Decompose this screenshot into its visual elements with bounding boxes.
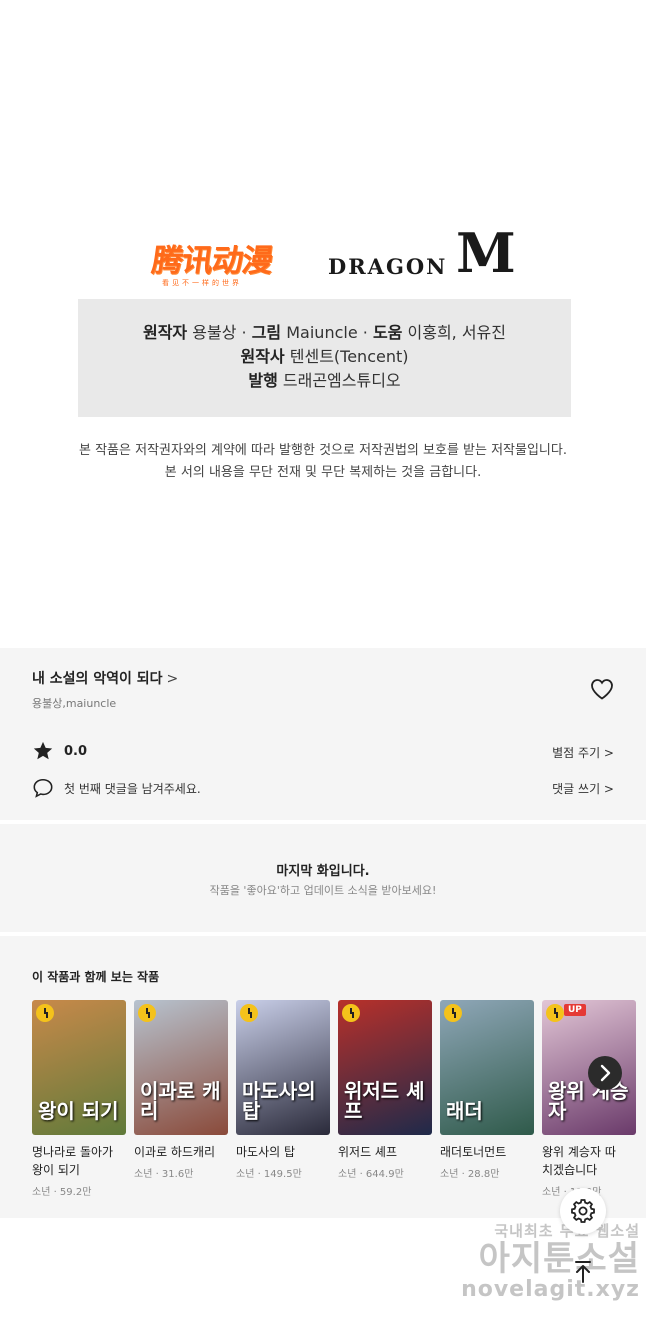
scroll-to-top-button[interactable]	[566, 1254, 600, 1288]
speech-bubble-icon	[33, 778, 53, 798]
cover-thumbnail: 왕이 되기	[32, 1000, 126, 1135]
card-title: 이과로 하드캐리	[134, 1143, 228, 1161]
watermark-line-1: 국내최초 무료 웹소설	[494, 1222, 640, 1240]
cover-thumbnail: 래더	[440, 1000, 534, 1135]
rating-value: 0.0	[64, 744, 88, 759]
dragon-m-logo: DRAGON M	[328, 221, 524, 285]
recommendation-card[interactable]: 왕이 되기 명나라로 돌아가 왕이 되기 소년 · 59.2만	[32, 1000, 126, 1198]
cover-title-art: 이과로 캐리	[140, 1079, 221, 1123]
credit-label: 그림	[251, 323, 282, 342]
heart-icon[interactable]	[590, 678, 614, 700]
credits-line-3: 발행 드래곤엠스튜디오	[78, 369, 571, 393]
credit-value: 용불상	[192, 323, 237, 342]
notice-line-1: 본 작품은 저작권자와의 계약에 따라 발행한 것으로 저작권법의 보호를 받는…	[79, 443, 567, 458]
card-title-line: 이과로 하드캐리	[134, 1145, 216, 1159]
last-episode-subtext: 작품을 '좋아요'하고 업데이트 소식을 받아보세요!	[209, 884, 437, 897]
recommendation-card[interactable]: 이과로 캐리 이과로 하드캐리 소년 · 31.6만	[134, 1000, 228, 1180]
update-badge: UP	[564, 1004, 586, 1016]
credit-label: 원작자	[142, 323, 188, 342]
notice-line-2: 본 서의 내용을 무단 전재 및 무단 복제하는 것을 금합니다.	[164, 465, 482, 480]
card-title-line: 왕이 되기	[32, 1163, 80, 1177]
credit-separator: ·	[362, 323, 368, 342]
cover-thumbnail: 이과로 캐리	[134, 1000, 228, 1135]
recommendations-section: 이 작품과 함께 보는 작품 왕이 되기 명나라로 돌아가 왕이 되기 소년 ·…	[0, 936, 646, 1218]
work-title: 내 소설의 악역이 되다	[32, 671, 163, 687]
card-meta: 소년 · 31.6만	[134, 1169, 194, 1180]
dragon-logo-m: M	[456, 221, 516, 285]
watermark-line-3: novelagit.xyz	[461, 1277, 640, 1302]
recommendation-card[interactable]: UP 왕위 계승자 왕위 계승자 따 치겠습니다 소년 · 11.9만	[542, 1000, 636, 1198]
card-meta: 소년 · 59.2만	[32, 1187, 92, 1198]
publisher-logos: 腾讯动漫 看见不一样的世界 DRAGON M	[0, 221, 646, 292]
last-episode-panel: 마지막 화입니다. 작품을 '좋아요'하고 업데이트 소식을 받아보세요!	[0, 824, 646, 932]
cover-title-art: 래더	[446, 1099, 483, 1123]
card-title-line: 래더토너먼트	[440, 1145, 507, 1159]
credit-value: 드래곤엠스튜디오	[282, 371, 401, 390]
card-title-line: 왕위 계승자 따	[542, 1145, 616, 1159]
recommendation-card[interactable]: 위저드 셰프 위저드 셰프 소년 · 644.9만	[338, 1000, 432, 1180]
card-title: 래더토너먼트	[440, 1143, 534, 1161]
recommendation-card[interactable]: 마도사의 탑 마도사의 탑 소년 · 149.5만	[236, 1000, 330, 1180]
credit-label: 원작사	[240, 347, 285, 366]
clock-icon	[36, 1004, 54, 1022]
credit-label: 발행	[248, 371, 278, 390]
card-title-line: 마도사의 탑	[236, 1145, 296, 1159]
recommendations-title: 이 작품과 함께 보는 작품	[32, 970, 160, 984]
cover-title-art: 위저드 셰프	[344, 1079, 425, 1123]
credit-separator: ·	[241, 323, 247, 342]
clock-icon	[240, 1004, 258, 1022]
card-meta: 소년 · 28.8만	[440, 1169, 500, 1180]
credits-line-2: 원작사 텐센트(Tencent)	[78, 345, 571, 369]
comment-row: 첫 번째 댓글을 남겨주세요. 댓글 쓰기 >	[32, 776, 614, 800]
credit-label: 도움	[372, 323, 403, 342]
card-title: 왕위 계승자 따 치겠습니다	[542, 1143, 636, 1179]
tencent-logo-text: 腾讯动漫	[149, 243, 275, 279]
chevron-right-icon: >	[166, 671, 179, 687]
comment-prompt: 첫 번째 댓글을 남겨주세요.	[64, 782, 201, 796]
watermark-line-2: 아지툰소설	[478, 1239, 640, 1279]
credits-box: 원작자 용불상 · 그림 Maiuncle · 도움 이홍희, 서유진 원작사 …	[78, 299, 571, 417]
write-comment-button[interactable]: 댓글 쓰기 >	[552, 780, 614, 797]
site-watermark: 국내최초 무료 웹소설 아지툰소설 novelagit.xyz	[440, 1220, 640, 1320]
card-title-line: 명나라로 돌아가	[32, 1145, 114, 1159]
credit-value: Maiuncle	[286, 323, 358, 342]
dragon-logo-word: DRAGON	[328, 254, 448, 279]
clock-icon	[342, 1004, 360, 1022]
card-meta: 소년 · 149.5만	[236, 1169, 302, 1180]
chevron-right-icon	[600, 1064, 611, 1082]
clock-icon	[138, 1004, 156, 1022]
card-meta: 소년 · 644.9만	[338, 1169, 404, 1180]
card-title-line: 위저드 셰프	[338, 1145, 398, 1159]
rating-row: 0.0 별점 주기 >	[32, 740, 614, 764]
card-title-line: 치겠습니다	[542, 1163, 598, 1177]
gear-icon	[571, 1199, 595, 1223]
card-title: 명나라로 돌아가 왕이 되기	[32, 1143, 126, 1179]
clock-icon	[444, 1004, 462, 1022]
cover-title-art: 마도사의 탑	[242, 1079, 316, 1123]
cover-thumbnail: 마도사의 탑	[236, 1000, 330, 1135]
credits-line-1: 원작자 용불상 · 그림 Maiuncle · 도움 이홍희, 서유진	[78, 321, 571, 345]
work-authors: 용불상,maiuncle	[32, 697, 117, 710]
star-icon	[33, 741, 53, 760]
cover-thumbnail: 위저드 셰프	[338, 1000, 432, 1135]
credit-value: 텐센트(Tencent)	[289, 347, 409, 366]
recommendation-card[interactable]: 래더 래더토너먼트 소년 · 28.8만	[440, 1000, 534, 1180]
card-title: 위저드 셰프	[338, 1143, 432, 1161]
tencent-comics-logo: 腾讯动漫 看见不一样的世界	[149, 242, 278, 292]
last-episode-heading: 마지막 화입니다.	[276, 864, 370, 879]
work-info-panel: 내 소설의 악역이 되다 > 용불상,maiuncle 0.0 별점 주기 > 첫…	[0, 648, 646, 820]
work-title-link[interactable]: 내 소설의 악역이 되다 >	[32, 668, 178, 688]
clock-icon	[546, 1004, 564, 1022]
carousel-next-button[interactable]	[588, 1056, 622, 1090]
card-title: 마도사의 탑	[236, 1143, 330, 1161]
arrow-up-icon	[575, 1261, 591, 1283]
settings-button[interactable]	[560, 1188, 606, 1234]
rate-button[interactable]: 별점 주기 >	[552, 744, 614, 761]
credit-value: 이홍희, 서유진	[407, 323, 507, 342]
cover-title-art: 왕이 되기	[38, 1099, 119, 1123]
copyright-notice: 본 작품은 저작권자와의 계약에 따라 발행한 것으로 저작권법의 보호를 받는…	[0, 440, 646, 484]
